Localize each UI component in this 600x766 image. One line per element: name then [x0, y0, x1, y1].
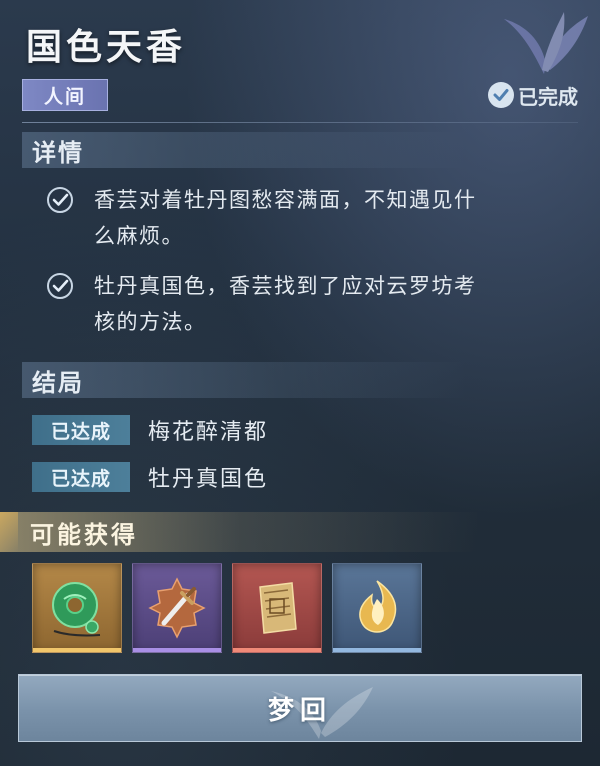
detail-item: 牡丹真国色，香芸找到了应对云罗坊考 核的方法。	[46, 268, 576, 340]
realm-badge: 人间	[22, 79, 108, 111]
ending-row: 已达成 牡丹真国色	[32, 461, 268, 493]
achieved-tag: 已达成	[32, 415, 130, 445]
reward-slot-jade-pendant[interactable]	[32, 563, 122, 653]
book-icon	[259, 582, 297, 634]
detail-text-line: 香芸对着牡丹图愁容满面，不知遇见什	[94, 188, 477, 212]
details-heading: 详情	[22, 132, 578, 168]
detail-text-line: 牡丹真国色，香芸找到了应对云罗坊考	[94, 274, 477, 298]
check-ring-icon	[47, 273, 73, 299]
golden-flame-icon	[359, 580, 397, 633]
reward-slot-book[interactable]	[232, 563, 322, 653]
flower-emblem-icon	[504, 12, 588, 74]
quest-title: 国色天香	[26, 26, 187, 68]
completed-status: 已完成	[488, 80, 578, 110]
rarity-bar	[233, 648, 321, 652]
detail-item: 香芸对着牡丹图愁容满面，不知遇见什 么麻烦。	[46, 182, 576, 254]
dream-return-label: 梦回	[267, 695, 332, 726]
quest-detail-panel: 国色天香 人间 已完成 详情 香芸对着牡丹图愁容满面，不知遇见什 么麻烦。 牡丹…	[0, 0, 600, 766]
dagger-icon	[148, 577, 206, 639]
reward-slot-dagger[interactable]	[132, 563, 222, 653]
detail-text-line: 么麻烦。	[94, 224, 184, 248]
detail-text: 香芸对着牡丹图愁容满面，不知遇见什 么麻烦。	[94, 182, 477, 254]
reward-slot-golden-flame[interactable]	[332, 563, 422, 653]
ending-row: 已达成 梅花醉清都	[32, 414, 268, 446]
jade-pendant-icon	[52, 582, 101, 637]
rewards-heading: 可能获得	[0, 512, 600, 552]
reward-list	[32, 563, 422, 653]
achieved-tag: 已达成	[32, 462, 130, 492]
rarity-bar	[33, 648, 121, 652]
detail-text-line: 核的方法。	[94, 310, 207, 334]
ending-name: 牡丹真国色	[148, 467, 269, 492]
check-ring-icon	[47, 187, 73, 213]
rarity-bar	[333, 648, 421, 652]
rarity-bar	[133, 648, 221, 652]
completed-label: 已完成	[518, 84, 578, 109]
header-divider	[22, 122, 578, 123]
check-circle-icon	[488, 82, 514, 108]
detail-text: 牡丹真国色，香芸找到了应对云罗坊考 核的方法。	[94, 268, 477, 340]
ending-name: 梅花醉清都	[148, 420, 269, 445]
dream-return-button[interactable]: 梦回	[18, 674, 582, 742]
endings-heading: 结局	[22, 362, 578, 398]
